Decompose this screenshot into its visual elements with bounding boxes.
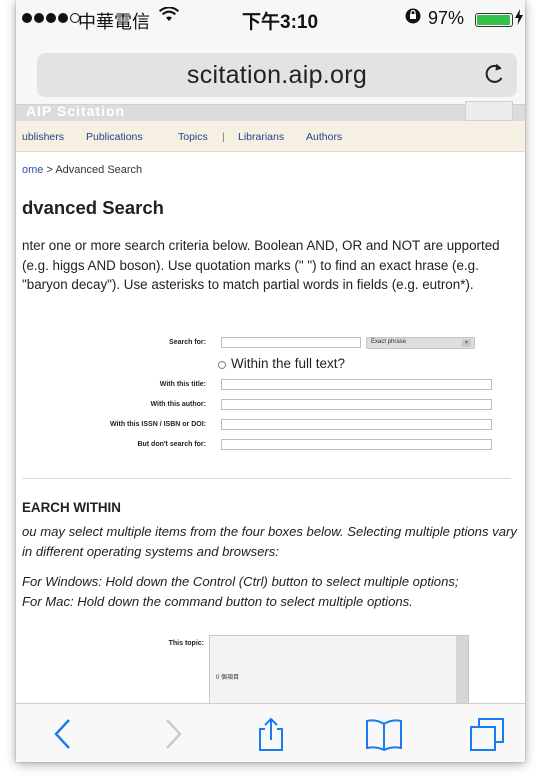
tabs-button[interactable] bbox=[468, 716, 504, 752]
mac-instructions: For Mac: Hold down the command button to… bbox=[22, 594, 413, 609]
reload-icon[interactable] bbox=[479, 59, 509, 89]
back-arrow-icon bbox=[54, 719, 70, 749]
title-label: With this title: bbox=[159, 381, 206, 388]
address-bar[interactable]: scitation.aip.org bbox=[37, 53, 517, 97]
battery-level bbox=[477, 15, 510, 25]
title-input[interactable] bbox=[221, 379, 492, 390]
author-label: With this author: bbox=[150, 401, 206, 408]
forward-button[interactable] bbox=[154, 716, 190, 752]
signal-strength-icon bbox=[22, 13, 80, 23]
issn-label: With this ISSN / ISBN or DOI: bbox=[110, 421, 206, 428]
nav-separator: | bbox=[222, 131, 225, 143]
full-text-label: Within the full text? bbox=[231, 356, 346, 371]
browser-chrome: 中華電信 下午3:10 97% scitation.aip.org bbox=[16, 0, 525, 105]
search-for-label: Search for: bbox=[169, 339, 206, 346]
bookmarks-button[interactable] bbox=[364, 716, 402, 752]
status-time: 下午3:10 bbox=[242, 12, 319, 33]
breadcrumb-home[interactable]: ome bbox=[22, 164, 43, 176]
exclude-input[interactable] bbox=[221, 439, 492, 450]
search-instructions: nter one or more search criteria below. … bbox=[22, 238, 500, 292]
nav-topics[interactable]: Topics bbox=[178, 131, 208, 143]
nav-publications[interactable]: Publications bbox=[86, 131, 143, 143]
nav-authors[interactable]: Authors bbox=[306, 131, 342, 143]
chevron-down-icon: ▾ bbox=[462, 339, 471, 347]
battery-percent: 97% bbox=[428, 8, 465, 28]
windows-instructions: For Windows: Hold down the Control (Ctrl… bbox=[22, 574, 459, 589]
status-bar: 中華電信 下午3:10 97% bbox=[16, 0, 525, 40]
site-logo[interactable]: AIP Scitation bbox=[26, 103, 125, 119]
nav-publishers[interactable]: ublishers bbox=[22, 131, 64, 143]
carrier-name: 中華電信 bbox=[78, 12, 150, 32]
forward-arrow-icon bbox=[166, 719, 182, 749]
wifi-icon bbox=[158, 6, 180, 29]
nav-librarians[interactable]: Librarians bbox=[238, 131, 284, 143]
author-input[interactable] bbox=[221, 399, 492, 410]
charging-icon bbox=[515, 9, 523, 28]
full-text-radio[interactable] bbox=[218, 361, 226, 369]
issn-input[interactable] bbox=[221, 419, 492, 430]
search-within-heading: EARCH WITHIN bbox=[22, 500, 121, 515]
book-icon bbox=[366, 719, 402, 752]
search-for-input[interactable] bbox=[221, 337, 361, 348]
section-divider bbox=[22, 478, 511, 479]
match-type-select[interactable]: Exact phrase ▾ bbox=[366, 337, 475, 349]
share-button[interactable] bbox=[253, 716, 289, 752]
page-title: dvanced Search bbox=[22, 197, 164, 218]
share-icon bbox=[259, 717, 283, 751]
back-button[interactable] bbox=[46, 716, 82, 752]
url-text[interactable]: scitation.aip.org bbox=[37, 61, 517, 90]
site-search-box[interactable] bbox=[465, 101, 513, 121]
exclude-label: But don't search for: bbox=[137, 441, 206, 448]
rotation-lock-icon bbox=[404, 5, 422, 31]
battery-icon bbox=[475, 13, 513, 27]
topic-label: This topic: bbox=[168, 640, 204, 647]
tabs-icon bbox=[470, 718, 504, 751]
breadcrumb-separator: > bbox=[43, 164, 56, 176]
breadcrumb: ome > Advanced Search bbox=[22, 164, 142, 176]
search-within-instructions: ou may select multiple items from the fo… bbox=[22, 524, 517, 559]
phone-screen: 中華電信 下午3:10 97% scitation.aip.org AIP Sc bbox=[16, 0, 525, 762]
topic-count: 0 個項目 bbox=[216, 675, 240, 681]
browser-toolbar bbox=[16, 703, 525, 762]
site-banner: AIP Scitation bbox=[16, 101, 525, 121]
match-type-value: Exact phrase bbox=[371, 339, 407, 345]
site-navigation: ublishers Publications Topics | Libraria… bbox=[16, 121, 525, 152]
breadcrumb-current: Advanced Search bbox=[55, 164, 143, 176]
